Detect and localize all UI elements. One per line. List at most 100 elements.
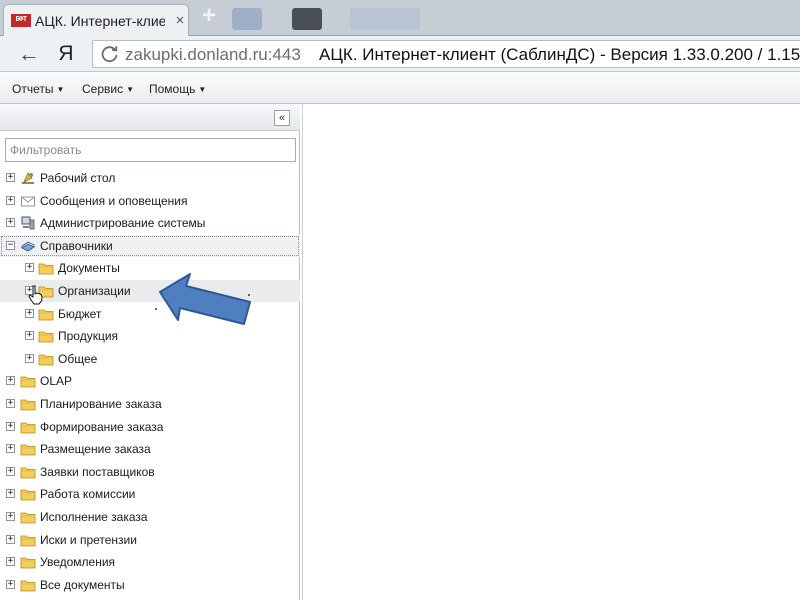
caret-down-icon: ▼ (56, 85, 65, 94)
yandex-logo-icon[interactable]: Я (56, 41, 76, 67)
back-arrow-icon[interactable]: ← (16, 42, 42, 66)
url-host: zakupki.donland.ru:443 (125, 45, 301, 64)
tree-item-label: Рабочий стол (40, 171, 116, 185)
menu-service[interactable]: Сервис ▼ (82, 80, 134, 98)
navigation-tree: + Рабочий стол + Сообщения и оповещения + Адм… (0, 167, 300, 599)
tree-item[interactable]: + Сообщения и оповещения (0, 190, 300, 212)
tree-item-label: Размещение заказа (40, 442, 151, 457)
new-tab-button[interactable]: + (198, 4, 220, 29)
tree-item[interactable]: + Исполнение заказа (0, 506, 300, 528)
collapse-panel-button[interactable]: « (274, 110, 290, 126)
folder-icon (38, 354, 54, 366)
folder-icon (20, 376, 36, 388)
tree-item-label: Документы (58, 261, 120, 276)
tree-item-label: Работа комиссии (40, 487, 136, 502)
tree-item-label: Администрирование системы (40, 216, 206, 231)
tree-item-label: Общее (58, 351, 98, 366)
folder-icon (38, 331, 54, 343)
expand-icon[interactable]: + (25, 353, 34, 363)
folder-icon (20, 422, 36, 433)
tree-item-label: Уведомления (40, 555, 116, 570)
site-favicon-icon: БФТ (11, 14, 31, 27)
expand-icon[interactable]: + (6, 421, 15, 431)
speck (155, 308, 157, 310)
envelope-icon (21, 196, 35, 207)
tree-item[interactable]: + Все документы (0, 574, 300, 596)
tree-item[interactable]: + Работа комиссии (0, 483, 300, 505)
folder-icon (20, 535, 36, 546)
folder-icon (20, 399, 36, 411)
menu-reports[interactable]: Отчеты ▼ (12, 80, 64, 98)
folder-icon (20, 444, 36, 456)
tree-item[interactable]: + Иски и претензии (0, 529, 300, 551)
tree-item[interactable]: − Справочники (0, 234, 300, 257)
tree-item[interactable]: + Размещение заказа (0, 438, 300, 460)
expand-icon[interactable]: + (25, 308, 34, 318)
tree-item[interactable]: + Продукция (0, 325, 300, 347)
folder-icon (20, 580, 36, 592)
expand-icon[interactable]: + (6, 195, 15, 205)
tree-item-label: Справочники (40, 238, 113, 253)
filter-input[interactable] (5, 138, 296, 162)
expand-icon[interactable]: + (6, 579, 15, 589)
tab-close-icon[interactable]: × (173, 12, 187, 30)
folder-icon (38, 263, 54, 275)
book-icon (21, 241, 35, 252)
expand-icon[interactable]: + (6, 466, 15, 476)
menu-help[interactable]: Помощь ▼ (149, 80, 206, 98)
tree-item-label: Формирование заказа (40, 419, 164, 434)
refresh-icon[interactable] (99, 43, 121, 65)
menu-help-label: Помощь (149, 82, 196, 96)
expand-icon[interactable]: + (6, 376, 15, 386)
tree-item[interactable]: + Администрирование системы (0, 212, 300, 234)
background-window-ghost (350, 8, 420, 30)
tree-item-label: Продукция (58, 329, 119, 344)
expand-icon[interactable]: + (6, 399, 15, 408)
tree-item-label: Все документы (40, 577, 125, 592)
computer-icon (21, 216, 35, 230)
tree-item-label: Организации (58, 284, 131, 298)
speck (248, 294, 250, 296)
browser-tab[interactable]: БФТ АЦК. Интернет-клиен × (3, 4, 189, 36)
expand-icon[interactable]: + (6, 512, 15, 521)
collapse-icon[interactable]: − (6, 240, 15, 250)
expand-icon[interactable]: + (6, 173, 15, 182)
panel-header: « (0, 104, 300, 131)
folder-icon (20, 489, 36, 501)
menu-reports-label: Отчеты (12, 82, 54, 96)
tree-item-label: Иски и претензии (40, 532, 137, 547)
expand-icon[interactable]: + (25, 331, 34, 341)
menu-service-label: Сервис (82, 82, 124, 96)
expand-icon[interactable]: + (25, 263, 34, 273)
expand-icon[interactable]: + (6, 557, 15, 567)
address-bar[interactable]: zakupki.donland.ru:443 АЦК. Интернет-кли… (92, 40, 800, 68)
tree-item[interactable]: + Организации (0, 280, 300, 302)
expand-icon[interactable]: + (6, 534, 15, 544)
browser-nav-bar: ← Я zakupki.donland.ru:443 АЦК. Интернет… (0, 36, 800, 72)
expand-icon[interactable]: + (6, 489, 15, 499)
tree-item[interactable]: + Заявки поставщиков (0, 461, 300, 483)
caret-down-icon: ▼ (198, 85, 207, 94)
expand-icon[interactable]: + (6, 444, 15, 454)
tree-item-label: Исполнение заказа (40, 510, 148, 524)
tree-item[interactable]: + OLAP (0, 370, 300, 392)
expand-icon[interactable]: + (6, 218, 15, 228)
folder-icon (20, 467, 36, 479)
desk-icon (22, 172, 34, 184)
folder-icon (20, 557, 36, 569)
background-window-ghost (232, 8, 262, 30)
page-title: АЦК. Интернет-клиент (СаблинДС) - Версия… (319, 45, 800, 64)
folder-icon (38, 309, 54, 320)
tree-item[interactable]: + Документы (0, 257, 300, 279)
folder-icon (20, 512, 36, 524)
content-area (302, 104, 800, 600)
tree-item-label: OLAP (40, 374, 73, 389)
tree-item[interactable]: + Рабочий стол (0, 167, 300, 189)
tree-item[interactable]: + Общее (0, 348, 300, 370)
tree-item[interactable]: + Планирование заказа (0, 393, 300, 415)
tree-item[interactable]: + Уведомления (0, 551, 300, 573)
caret-down-icon: ▼ (126, 85, 135, 94)
tree-item[interactable]: + Бюджет (0, 303, 300, 325)
tree-item-label: Заявки поставщиков (40, 464, 155, 479)
tree-item[interactable]: + Формирование заказа (0, 416, 300, 438)
